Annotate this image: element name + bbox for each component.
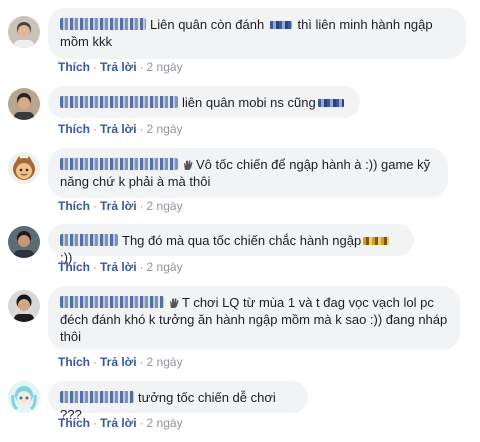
reply-link[interactable]: Trả lời: [100, 199, 137, 213]
comment-actions: Thích · Trả lời · 2 ngày: [58, 199, 183, 213]
waving-hand-icon: [170, 298, 179, 308]
like-link[interactable]: Thích: [58, 60, 90, 74]
comment-actions: Thích · Trả lời · 2 ngày: [58, 60, 183, 74]
comment-time[interactable]: 2 ngày: [147, 416, 183, 430]
censored-word: [363, 237, 390, 245]
comment-time[interactable]: 2 ngày: [147, 199, 183, 213]
reply-link[interactable]: Trả lời: [100, 60, 137, 74]
comment-text: Thg đó mà qua tốc chiến chắc hành ngập: [122, 233, 362, 248]
comment-actions: Thích · Trả lời · 2 ngày: [58, 122, 183, 136]
avatar[interactable]: [8, 381, 40, 413]
reply-link[interactable]: Trả lời: [100, 122, 137, 136]
like-link[interactable]: Thích: [58, 199, 90, 213]
reply-link[interactable]: Trả lời: [100, 416, 137, 430]
cartoon-avatar-icon: [8, 152, 40, 184]
reply-link[interactable]: Trả lời: [100, 260, 137, 274]
comment-actions: Thích · Trả lời · 2 ngày: [58, 260, 183, 274]
separator-dot: ·: [139, 260, 144, 274]
comment-text: liên quân mobi ns cũng: [182, 95, 316, 110]
avatar[interactable]: [8, 226, 40, 258]
separator-dot: ·: [139, 60, 144, 74]
separator-dot: ·: [93, 60, 97, 74]
photo-avatar-icon: [8, 88, 40, 120]
comment-time[interactable]: 2 ngày: [147, 60, 183, 74]
comment-text: Liên quân còn đánh: [150, 17, 265, 32]
comment-bubble: liên quân mobi ns cũng: [48, 86, 360, 118]
censored-word: [269, 21, 292, 29]
censored-word: [317, 99, 344, 107]
like-link[interactable]: Thích: [58, 122, 90, 136]
waving-hand-icon: [184, 160, 193, 170]
commenter-name[interactable]: [60, 96, 178, 108]
commenter-name[interactable]: [60, 18, 146, 30]
like-link[interactable]: Thích: [58, 355, 90, 369]
separator-dot: ·: [139, 416, 144, 430]
separator-dot: ·: [139, 355, 144, 369]
separator-dot: ·: [93, 122, 97, 136]
separator-dot: ·: [139, 122, 144, 136]
photo-avatar-icon: [8, 226, 40, 258]
comment-time[interactable]: 2 ngày: [147, 122, 183, 136]
like-link[interactable]: Thích: [58, 416, 90, 430]
avatar[interactable]: [8, 152, 40, 184]
anime-avatar-icon: [8, 381, 40, 413]
separator-dot: ·: [93, 355, 97, 369]
comment-bubble: Thg đó mà qua tốc chiến chắc hành ngập:)…: [48, 224, 414, 265]
separator-dot: ·: [93, 416, 97, 430]
separator-dot: ·: [93, 260, 97, 274]
avatar[interactable]: [8, 88, 40, 120]
separator-dot: ·: [139, 199, 144, 213]
avatar[interactable]: [8, 290, 40, 322]
comment-time[interactable]: 2 ngày: [147, 355, 183, 369]
commenter-name[interactable]: [60, 391, 134, 403]
like-link[interactable]: Thích: [58, 260, 90, 274]
comment-time[interactable]: 2 ngày: [147, 260, 183, 274]
reply-link[interactable]: Trả lời: [100, 355, 137, 369]
commenter-name[interactable]: [60, 158, 178, 170]
avatar[interactable]: [8, 16, 40, 48]
photo-avatar-icon: [8, 16, 40, 48]
commenter-name[interactable]: [60, 296, 164, 308]
separator-dot: ·: [93, 199, 97, 213]
comment-bubble: Liên quân còn đánh thì liên minh hành ng…: [48, 8, 466, 59]
comment-actions: Thích · Trả lời · 2 ngày: [58, 416, 183, 430]
commenter-name[interactable]: [60, 234, 118, 246]
comment-bubble: T chơi LQ từ mùa 1 và t đag vọc vạch lol…: [48, 286, 460, 350]
comment-bubble: tưởng tốc chiến dễ chơi ???: [48, 381, 308, 422]
photo-avatar-icon: [8, 290, 40, 322]
comment-actions: Thích · Trả lời · 2 ngày: [58, 355, 183, 369]
comment-bubble: Vô tốc chiến để ngập hành à :)) game kỹ …: [48, 148, 448, 198]
